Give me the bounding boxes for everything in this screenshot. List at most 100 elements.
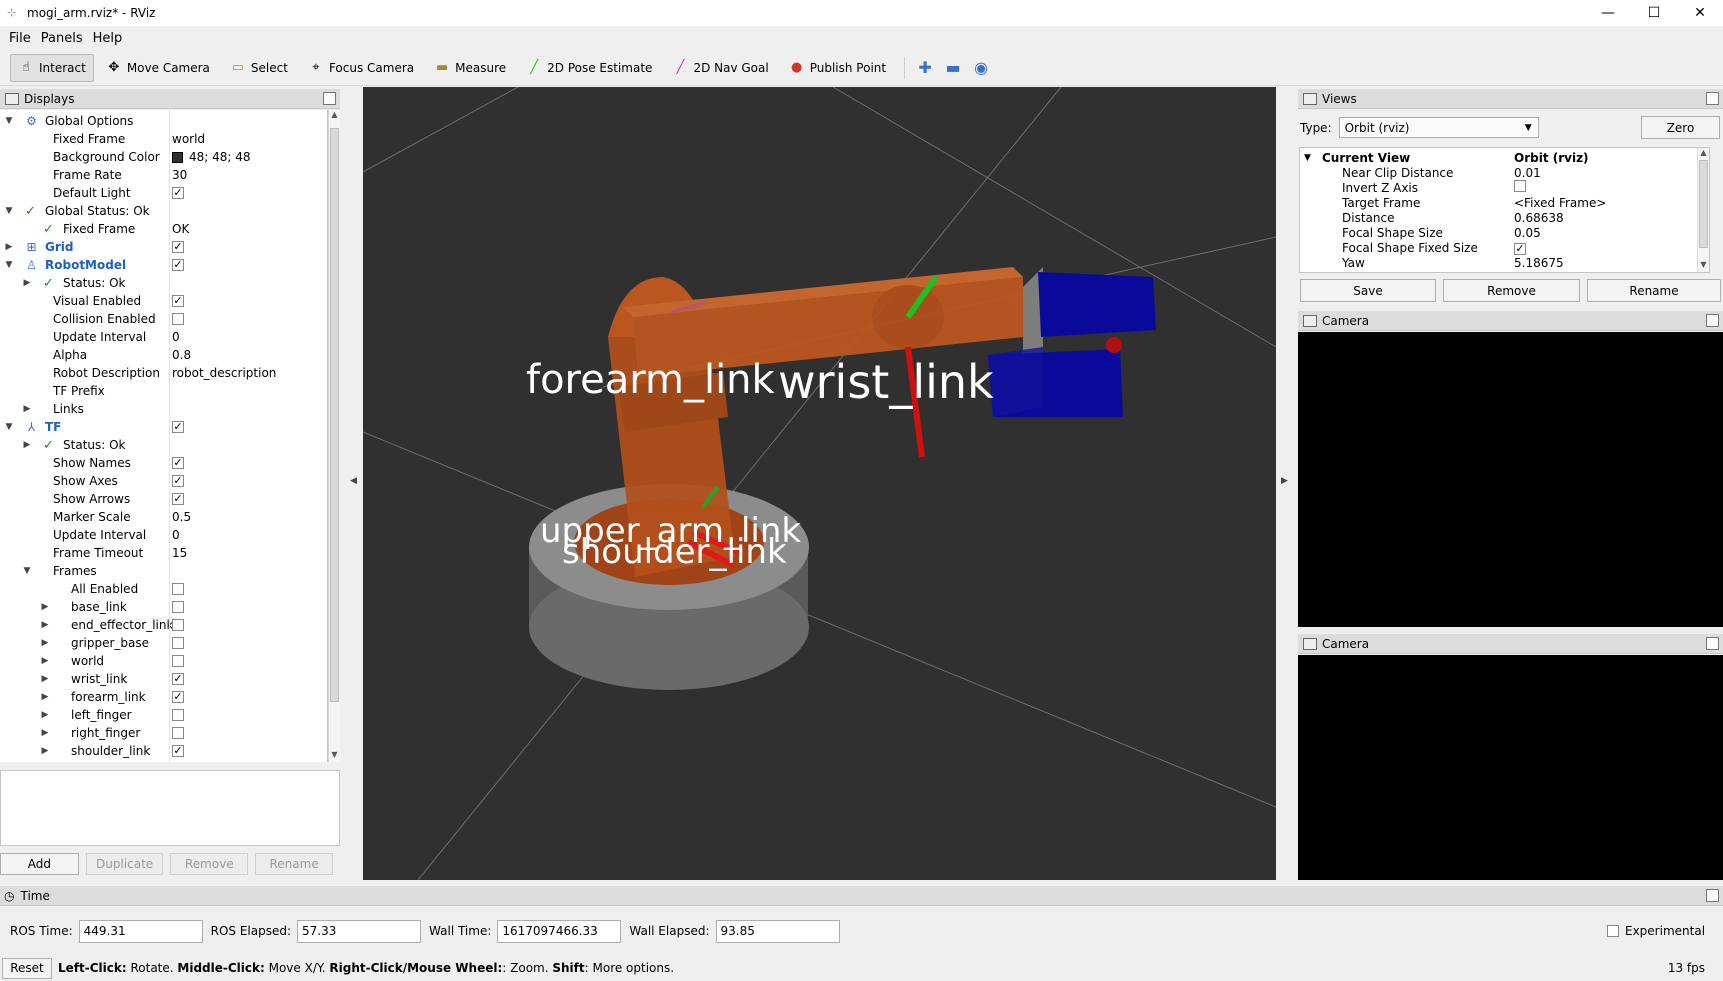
display-row[interactable]: Frame Rate 30 xyxy=(0,166,327,184)
display-row[interactable]: Show Axes ✓ xyxy=(0,472,327,490)
display-row[interactable]: ▼ Frames xyxy=(0,562,327,580)
display-row[interactable]: ▼ ⅄ TF ✓ xyxy=(0,418,327,436)
display-row[interactable]: ▼ ✓ Global Status: Ok xyxy=(0,202,327,220)
checkbox[interactable]: ✓ xyxy=(172,745,184,757)
scroll-down-arrow[interactable]: ▼ xyxy=(1698,260,1709,272)
tool-move-camera[interactable]: ✥ Move Camera xyxy=(98,54,218,82)
display-row-value[interactable]: ✓ xyxy=(172,259,184,271)
scroll-down-arrow[interactable]: ▼ xyxy=(329,750,340,762)
view-property-value[interactable]: <Fixed Frame> xyxy=(1514,196,1606,210)
display-row[interactable]: TF Prefix xyxy=(0,382,327,400)
checkbox[interactable] xyxy=(1514,180,1526,192)
camera-view-1[interactable] xyxy=(1298,332,1723,627)
checkbox[interactable]: ✓ xyxy=(172,259,184,271)
display-row[interactable]: ▶ base_link xyxy=(0,598,327,616)
checkbox[interactable] xyxy=(172,727,184,739)
maximize-button[interactable]: ☐ xyxy=(1631,0,1677,26)
display-row[interactable]: ▶ ✓ Status: Ok xyxy=(0,274,327,292)
expand-right-icon[interactable]: ▶ xyxy=(40,710,50,720)
display-row[interactable]: Marker Scale 0.5 xyxy=(0,508,327,526)
tool-publish-point[interactable]: ● Publish Point xyxy=(781,54,894,82)
display-row[interactable]: ▶ world xyxy=(0,652,327,670)
panel-float-button[interactable] xyxy=(1706,637,1719,650)
view-property-row[interactable]: Focal Shape Fixed Size ✓ xyxy=(1300,240,1695,255)
checkbox[interactable]: ✓ xyxy=(172,421,184,433)
view-property-value[interactable]: 0.68638 xyxy=(1514,211,1564,225)
display-row-value[interactable] xyxy=(172,313,184,325)
display-row[interactable]: Robot Description robot_description xyxy=(0,364,327,382)
expander-icon[interactable]: ▼ xyxy=(1304,153,1311,163)
checkbox[interactable] xyxy=(172,583,184,595)
display-row-value[interactable]: 30 xyxy=(172,168,187,182)
tool-interact[interactable]: ☝ Interact xyxy=(10,53,94,82)
expand-right-icon[interactable]: ▶ xyxy=(22,278,32,288)
checkbox[interactable] xyxy=(172,709,184,721)
display-row[interactable]: ▶ ⊞ Grid ✓ xyxy=(0,238,327,256)
checkbox[interactable] xyxy=(172,655,184,667)
panel-float-button[interactable] xyxy=(1706,92,1719,105)
display-row-value[interactable] xyxy=(172,619,184,631)
display-row-value[interactable]: ✓ xyxy=(172,187,184,199)
tool-focus-camera[interactable]: ⌖ Focus Camera xyxy=(300,54,422,82)
ros-time-field[interactable]: 449.31 xyxy=(78,919,203,943)
view-property-row[interactable]: Distance 0.68638 xyxy=(1300,210,1695,225)
display-row[interactable]: ▶ shoulder_link ✓ xyxy=(0,742,327,760)
checkbox[interactable]: ✓ xyxy=(172,475,184,487)
checkbox[interactable]: ✓ xyxy=(1514,242,1526,255)
checkbox[interactable] xyxy=(172,637,184,649)
expand-right-icon[interactable]: ▶ xyxy=(40,620,50,630)
checkbox[interactable] xyxy=(172,601,184,613)
checkbox[interactable] xyxy=(172,619,184,631)
display-row[interactable]: ✓ Fixed Frame OK xyxy=(0,220,327,238)
checkbox[interactable]: ✓ xyxy=(172,673,184,685)
checkbox[interactable] xyxy=(172,313,184,325)
expand-right-icon[interactable]: ▶ xyxy=(22,440,32,450)
add-tool-button[interactable]: ✚ xyxy=(911,54,939,82)
checkbox[interactable]: ✓ xyxy=(172,241,184,253)
view-property-value[interactable]: 0.01 xyxy=(1514,166,1541,180)
expand-right-icon[interactable]: ▶ xyxy=(40,656,50,666)
save-view-button[interactable]: Save xyxy=(1300,279,1436,302)
display-row[interactable]: Update Interval 0 xyxy=(0,526,327,544)
display-row-value[interactable]: ✓ xyxy=(172,691,184,703)
expand-down-icon[interactable]: ▼ xyxy=(4,116,14,126)
menu-file[interactable]: File xyxy=(4,31,36,46)
tool-2d-nav-goal[interactable]: ╱ 2D Nav Goal xyxy=(664,54,776,82)
zero-view-button[interactable]: Zero xyxy=(1641,116,1720,139)
ros-elapsed-field[interactable]: 57.33 xyxy=(297,919,422,943)
collapse-right-icon[interactable]: ▶ xyxy=(1281,476,1288,486)
expand-down-icon[interactable]: ▼ xyxy=(22,566,32,576)
checkbox[interactable]: ✓ xyxy=(172,691,184,703)
view-property-row[interactable]: Yaw 5.18675 xyxy=(1300,255,1695,270)
wall-time-field[interactable]: 1617097466.33 xyxy=(497,919,622,943)
display-row-value[interactable] xyxy=(172,637,184,649)
panel-float-button[interactable] xyxy=(1706,889,1719,902)
remove-display-button[interactable]: Remove xyxy=(170,853,249,875)
display-row-value[interactable] xyxy=(172,583,184,595)
view-property-value[interactable]: ✓ xyxy=(1514,241,1526,255)
display-row[interactable]: ▶ Links xyxy=(0,400,327,418)
checkbox[interactable]: ✓ xyxy=(172,187,184,199)
tool-select[interactable]: ▭ Select xyxy=(222,54,296,82)
display-row[interactable]: ▼ ♙ RobotModel ✓ xyxy=(0,256,327,274)
display-row-value[interactable]: OK xyxy=(172,222,189,236)
scrollbar-thumb[interactable] xyxy=(330,128,339,702)
display-row-value[interactable]: 48; 48; 48 xyxy=(172,150,251,164)
duplicate-display-button[interactable]: Duplicate xyxy=(85,853,164,875)
expand-down-icon[interactable]: ▼ xyxy=(4,260,14,270)
remove-tool-button[interactable]: ▬ xyxy=(939,54,967,82)
scroll-up-arrow[interactable]: ▲ xyxy=(1698,148,1709,160)
display-row-value[interactable]: ✓ xyxy=(172,745,184,757)
expand-right-icon[interactable]: ▶ xyxy=(22,404,32,414)
display-row[interactable]: Update Interval 0 xyxy=(0,328,327,346)
experimental-toggle[interactable]: Experimental xyxy=(1607,924,1705,938)
view-property-row[interactable]: Target Frame <Fixed Frame> xyxy=(1300,195,1695,210)
display-row-value[interactable]: ✓ xyxy=(172,493,184,505)
display-row-value[interactable] xyxy=(172,601,184,613)
view-tool-button[interactable]: ◉ xyxy=(967,54,995,82)
display-row[interactable]: ▶ forearm_link ✓ xyxy=(0,688,327,706)
views-type-select[interactable]: Orbit (rviz) ▼ xyxy=(1338,117,1539,138)
checkbox[interactable]: ✓ xyxy=(172,457,184,469)
display-row-value[interactable]: ✓ xyxy=(172,475,184,487)
display-row[interactable]: ▼ ⚙ Global Options xyxy=(0,112,327,130)
